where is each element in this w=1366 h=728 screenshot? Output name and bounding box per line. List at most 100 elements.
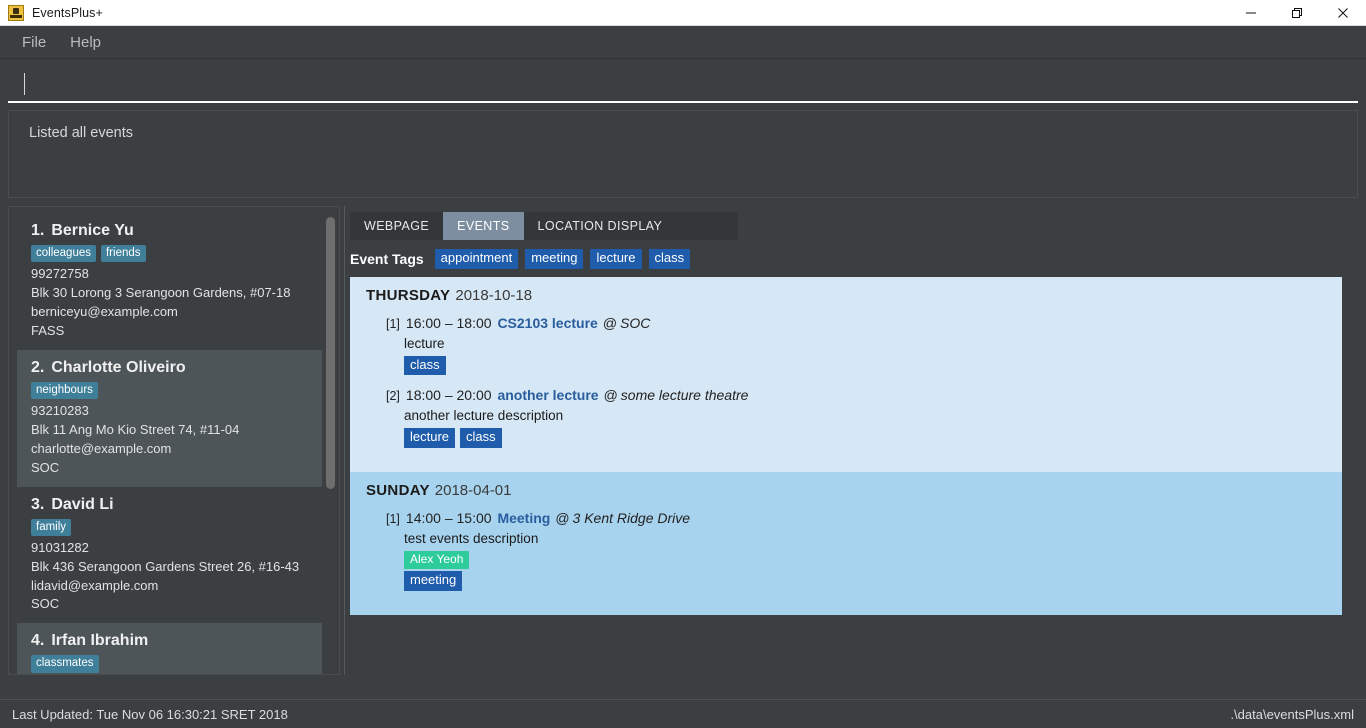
window-controls [1228, 0, 1366, 26]
person-faculty: FASS [31, 322, 65, 338]
event-day-header: SUNDAY 2018-04-01 [366, 482, 1342, 500]
event-item[interactable]: [1] 14:00 – 15:00 Meeting @3 Kent Ridge Dr… [386, 508, 1342, 591]
event-item-name[interactable]: Meeting [497, 510, 550, 526]
person-list[interactable]: 1. Bernice Yu colleagues friends 99272758 Blk… [9, 207, 339, 674]
event-item-index: [1] [386, 511, 400, 526]
person-index: 3. [31, 495, 45, 513]
event-item-headline: [1] 14:00 – 15:00 Meeting @3 Kent Ridge Dr… [386, 508, 1342, 529]
person-phone: 93210283 [31, 403, 89, 419]
app-icon [8, 4, 24, 21]
result-display: Listed all events [8, 110, 1358, 198]
person-name: Bernice Yu [51, 222, 134, 239]
event-tags-label: Event Tags [350, 251, 424, 267]
person-card-header: 2. Charlotte Oliveiro [31, 359, 322, 377]
person-name: Charlotte Oliveiro [51, 358, 186, 376]
event-item-headline: [2] 18:00 – 20:00 another lecture @ some le… [386, 385, 1342, 406]
person-index: 1. [31, 222, 45, 239]
person-index: 2. [31, 358, 45, 376]
person-list-scrollbar[interactable] [326, 215, 335, 674]
person-email: charlotte@example.com [31, 440, 172, 456]
menu-bar: File Help [0, 26, 1366, 59]
scrollbar-thumb[interactable] [326, 217, 335, 489]
person-card[interactable]: 3. David Li family 91031282 Blk 436 Serangoo… [17, 486, 322, 624]
person-tag[interactable]: colleagues [31, 245, 96, 263]
events-list[interactable]: THURSDAY 2018-10-18 [1] 16:00 – 18:00 CS210… [350, 277, 1342, 615]
person-faculty: SOC [31, 596, 60, 612]
event-person-tag[interactable]: Alex Yeoh [404, 550, 470, 570]
person-tag-row: neighbours [31, 381, 322, 400]
person-address: Blk 436 Serangoon Gardens Street 26, #16… [31, 558, 300, 574]
event-item-time: 14:00 – 15:00 [405, 509, 492, 526]
maximize-icon[interactable] [1274, 0, 1320, 26]
person-card[interactable]: 1. Bernice Yu colleagues friends 99272758 Blk… [17, 213, 322, 350]
person-address: Blk 30 Lorong 3 Serangoon Gardens, #07-1… [31, 285, 291, 301]
event-day-date: 2018-10-18 [455, 287, 533, 304]
person-card[interactable]: 2. Charlotte Oliveiro neighbours 93210283 Bl… [17, 349, 322, 487]
event-item-at-symbol: @ [602, 315, 618, 331]
event-item-location: some lecture theatre [620, 387, 749, 404]
event-day-block[interactable]: SUNDAY 2018-04-01 [1] 14:00 – 15:00 Meeting… [350, 471, 1342, 615]
person-tag[interactable]: neighbours [31, 381, 98, 400]
tab-events[interactable]: EVENTS [443, 212, 524, 240]
command-box-area [0, 59, 1366, 103]
person-card[interactable]: 4.Irfan Ibrahimclassmates92492021Blk 47 … [17, 623, 322, 674]
event-item-at-symbol: @ [603, 387, 618, 404]
person-tag[interactable]: friends [100, 245, 146, 263]
event-tag-filter[interactable]: meeting [525, 249, 584, 269]
person-tag-row: classmates [31, 655, 322, 673]
person-tag[interactable]: classmates [31, 655, 99, 673]
command-input[interactable] [8, 67, 1358, 103]
person-name: David Li [51, 495, 114, 513]
last-updated-status: Last Updated: Tue Nov 06 16:30:21 SRET 2… [12, 706, 288, 722]
event-item[interactable]: [2] 18:00 – 20:00 another lecture @ some le… [386, 385, 1342, 448]
event-item-description: another lecture description [404, 408, 564, 424]
event-item-description: lecture [404, 336, 445, 351]
tab-location-display[interactable]: LOCATION DISPLAY [524, 212, 677, 240]
event-tag-filter[interactable]: class [648, 249, 691, 269]
person-phone: 91031282 [31, 539, 89, 555]
person-card-header: 4. Irfan Ibrahim [31, 632, 322, 650]
browser-panel: WEBPAGE EVENTS LOCATION DISPLAY Event Tags… [350, 206, 1358, 675]
pane-splitter[interactable] [340, 206, 350, 675]
menu-item-file[interactable]: File [10, 31, 58, 54]
event-item-name[interactable]: CS2103 lecture [497, 315, 597, 331]
event-tag-filter[interactable]: lecture [590, 249, 642, 269]
event-tag[interactable]: meeting [404, 571, 463, 591]
tab-webpage[interactable]: WEBPAGE [350, 212, 443, 240]
person-phone: 99272758 [31, 266, 89, 282]
tab-bar: WEBPAGE EVENTS LOCATION DISPLAY [350, 212, 738, 240]
person-name: Irfan Ibrahim [51, 632, 149, 650]
person-card-header: 1. Bernice Yu [31, 222, 322, 240]
event-item-index: [1] [386, 317, 400, 331]
event-item-headline: [1] 16:00 – 18:00 CS2103 lecture @ SOC [386, 313, 1342, 334]
person-tag-row: colleagues friends [31, 245, 322, 263]
title-bar: EventsPlus+ [0, 0, 1366, 26]
event-day-block[interactable]: THURSDAY 2018-10-18 [1] 16:00 – 18:00 CS210… [350, 277, 1342, 472]
person-email: lidavid@example.com [31, 577, 159, 593]
event-tag-filter[interactable]: appointment [434, 249, 519, 269]
person-index: 4. [31, 632, 45, 650]
event-item-index: [2] [386, 389, 400, 404]
event-tag[interactable]: class [404, 355, 446, 376]
text-caret [24, 73, 25, 95]
event-item-time: 16:00 – 18:00 [405, 315, 492, 331]
menu-item-help[interactable]: Help [58, 31, 113, 54]
minimize-icon[interactable] [1228, 0, 1274, 26]
event-item[interactable]: [1] 16:00 – 18:00 CS2103 lecture @ SOC lectu… [386, 313, 1342, 376]
status-bar: Last Updated: Tue Nov 06 16:30:21 SRET 2… [0, 699, 1366, 728]
person-tag[interactable]: family [31, 518, 72, 536]
save-location-status: .\data\eventsPlus.xml [1230, 706, 1354, 722]
window-title: EventsPlus+ [32, 5, 103, 20]
event-item-tag-row: lecture class [404, 428, 1342, 448]
event-item-location: SOC [620, 315, 651, 331]
event-tag-filter-list: appointment meeting lecture class [434, 249, 691, 269]
event-item-name[interactable]: another lecture [497, 387, 598, 403]
event-item-at-symbol: @ [555, 509, 570, 526]
result-display-text: Listed all events [29, 125, 133, 141]
person-list-panel: 1. Bernice Yu colleagues friends 99272758 Blk… [8, 206, 340, 675]
event-tag[interactable]: class [460, 428, 502, 448]
event-item-location: 3 Kent Ridge Drive [572, 509, 691, 526]
event-tag[interactable]: lecture [404, 428, 456, 448]
event-tags-bar: Event Tags appointment meeting lecture clas… [350, 249, 1358, 269]
close-icon[interactable] [1320, 0, 1366, 26]
